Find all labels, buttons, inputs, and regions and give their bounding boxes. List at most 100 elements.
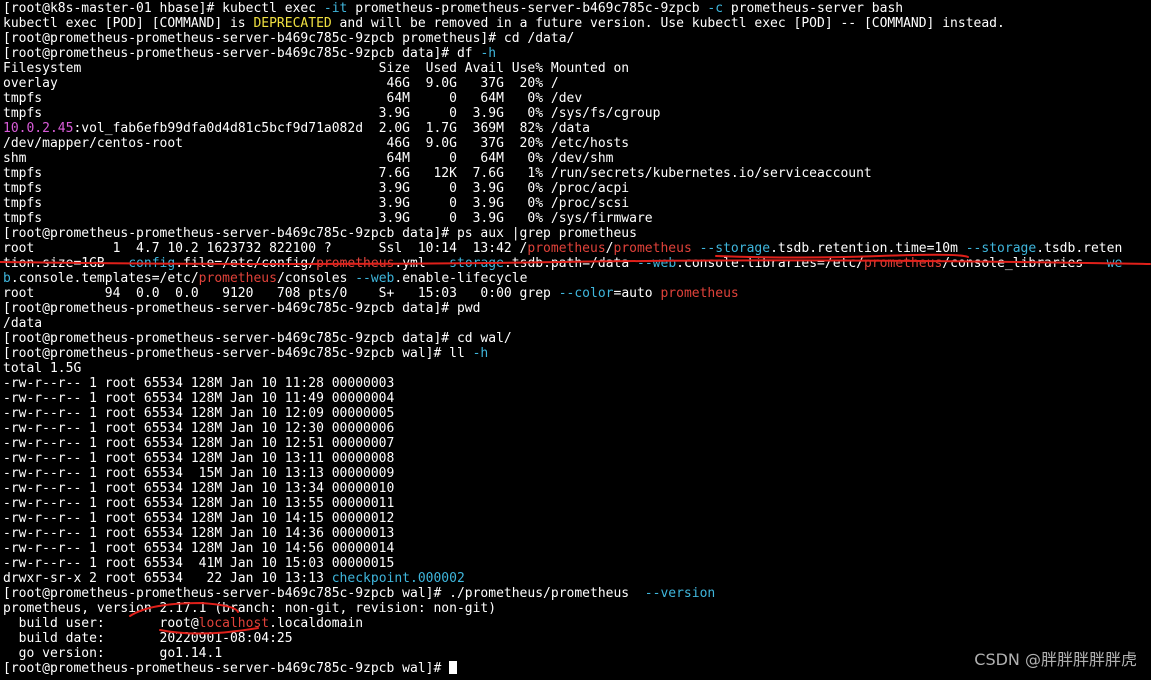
terminal-text-segment: .file=/etc/config/ [175,256,317,271]
terminal-text-segment: -rw-r--r-- 1 root 65534 128M Jan 10 14:5… [3,541,395,556]
terminal-line: build date: 20220901-08:04:25 [3,631,1151,646]
terminal-line: [root@prometheus-prometheus-server-b469c… [3,346,1151,361]
terminal-line: 10.0.2.45:vol_fab6efb99dfa0d4d81c5bcf9d7… [3,121,1151,136]
terminal-line: tmpfs 3.9G 0 3.9G 0% /proc/acpi [3,181,1151,196]
terminal-text-segment: tmpfs 3.9G 0 3.9G 0% /proc/acpi [3,181,630,196]
terminal-text-segment: tmpfs 3.9G 0 3.9G 0% /proc/scsi [3,196,630,211]
terminal-text-segment: .localdomain [269,616,364,631]
terminal-line: [root@prometheus-prometheus-server-b469c… [3,226,1151,241]
terminal-text-segment: /console_libraries [942,256,1092,271]
terminal-text-segment: /dev/mapper/centos-root 46G 9.0G 37G 20%… [3,136,630,151]
terminal-line: -rw-r--r-- 1 root 65534 128M Jan 10 12:0… [3,406,1151,421]
terminal-text-segment: shm 64M 0 64M 0% /dev/shm [3,151,614,166]
terminal-text-segment: .tsdb.retention.time=10m [770,241,966,256]
terminal-text-segment: DEPRECATED [253,16,332,31]
terminal-text-segment: -rw-r--r-- 1 root 65534 128M Jan 10 12:5… [3,436,395,451]
terminal-line: -rw-r--r-- 1 root 65534 128M Jan 10 11:2… [3,376,1151,391]
terminal-text-segment: drwxr-sr-x 2 root 65534 22 Jan 10 13:13 [3,571,332,586]
terminal-text-segment: tion.size=1GB [3,256,113,271]
terminal-window[interactable]: [root@k8s-master-01 hbase]# kubectl exec… [0,0,1151,680]
terminal-text-segment: -c [707,1,724,16]
terminal-text-segment: prometheus-server bash [723,1,904,16]
terminal-text-segment: -h [480,46,497,61]
terminal-text-segment: root 1 4.7 10.2 1623732 822100 ? Ssl 10:… [3,241,528,256]
terminal-line: -rw-r--r-- 1 root 65534 41M Jan 10 15:03… [3,556,1151,571]
terminal-text-segment: .console.templates=/etc/ [10,271,199,286]
terminal-text-segment: root 94 0.0 0.0 9120 708 pts/0 S+ 15:03 … [3,286,559,301]
terminal-text-segment: [root@prometheus-prometheus-server-b469c… [3,301,481,316]
terminal-text-segment: prometheus [864,256,943,271]
terminal-text-segment: prometheus, version 2.17.1 (branch: non-… [3,601,497,616]
terminal-text-segment: prometheus [660,286,739,301]
terminal-text-segment: -rw-r--r-- 1 root 65534 128M Jan 10 13:3… [3,481,395,496]
terminal-text-segment: .console.libraries=/etc/ [676,256,865,271]
terminal-text-segment: -rw-r--r-- 1 root 65534 128M Jan 10 13:5… [3,496,395,511]
terminal-text-segment: --web [355,271,395,286]
terminal-line: root 1 4.7 10.2 1623732 822100 ? Ssl 10:… [3,241,1151,256]
terminal-text-segment: -h [472,346,489,361]
terminal-text-segment: [root@prometheus-prometheus-server-b469c… [3,331,512,346]
terminal-line: root 94 0.0 0.0 9120 708 pts/0 S+ 15:03 … [3,286,1151,301]
terminal-text-segment: [root@prometheus-prometheus-server-b469c… [3,346,473,361]
terminal-line: [root@k8s-master-01 hbase]# kubectl exec… [3,1,1151,16]
terminal-text-segment: localhost [198,616,270,631]
terminal-line: -rw-r--r-- 1 root 65534 15M Jan 10 13:13… [3,466,1151,481]
terminal-text-segment: --storage [433,256,504,271]
terminal-line: prometheus, version 2.17.1 (branch: non-… [3,601,1151,616]
terminal-text-segment: .tsdb.reten [1036,241,1123,256]
terminal-line: build user: root@localhost.localdomain [3,616,1151,631]
terminal-text-segment: --color [558,286,614,301]
terminal-text-segment: total 1.5G [3,361,82,376]
terminal-line: drwxr-sr-x 2 root 65534 22 Jan 10 13:13 … [3,571,1151,586]
terminal-line: total 1.5G [3,361,1151,376]
terminal-text-segment: build date: 20220901-08:04:25 [3,631,293,646]
terminal-text-segment: build user: root@ [3,616,199,631]
terminal-line: [root@prometheus-prometheus-server-b469c… [3,586,1151,601]
terminal-line: tmpfs 3.9G 0 3.9G 0% /sys/firmware [3,211,1151,226]
terminal-text-segment: /consoles [276,271,356,286]
terminal-text-segment: --storage [699,241,771,256]
terminal-text-segment: [root@prometheus-prometheus-server-b469c… [3,46,481,61]
terminal-line: -rw-r--r-- 1 root 65534 128M Jan 10 11:4… [3,391,1151,406]
terminal-text-segment: -rw-r--r-- 1 root 65534 128M Jan 10 11:2… [3,376,395,391]
terminal-text-segment: :vol_fab6efb99dfa0d4d81c5bcf9d71a082d 2.… [73,121,591,136]
terminal-text-segment: -rw-r--r-- 1 root 65534 41M Jan 10 15:03… [3,556,395,571]
terminal-line: tmpfs 3.9G 0 3.9G 0% /sys/fs/cgroup [3,106,1151,121]
terminal-line: -rw-r--r-- 1 root 65534 128M Jan 10 14:3… [3,526,1151,541]
terminal-line: shm 64M 0 64M 0% /dev/shm [3,151,1151,166]
terminal-text-segment: overlay 46G 9.0G 37G 20% / [3,76,559,91]
terminal-line: -rw-r--r-- 1 root 65534 128M Jan 10 13:3… [3,481,1151,496]
terminal-line: b.console.templates=/etc/prometheus/cons… [3,271,1151,286]
terminal-text-segment: -rw-r--r-- 1 root 65534 15M Jan 10 13:13… [3,466,395,481]
terminal-cursor [449,661,458,674]
terminal-text-segment: [root@prometheus-prometheus-server-b469c… [3,226,637,241]
terminal-text-segment: --config [112,256,176,271]
terminal-line: [root@prometheus-prometheus-server-b469c… [3,46,1151,61]
terminal-text-segment: checkpoint.000002 [331,571,465,586]
terminal-text-segment: /data [3,316,43,331]
terminal-text-segment: .enable-lifecycle [394,271,528,286]
terminal-text-segment: --storage [965,241,1037,256]
terminal-text-segment: tmpfs 7.6G 12K 7.6G 1% /run/secrets/kube… [3,166,872,181]
terminal-text-segment: prometheus [316,256,395,271]
terminal-line: [root@prometheus-prometheus-server-b469c… [3,331,1151,346]
terminal-text-segment: prometheus [527,241,606,256]
terminal-text-segment: -it [323,1,348,16]
terminal-text-segment: tmpfs 64M 0 64M 0% /dev [3,91,583,106]
terminal-text-segment: .yml [394,256,434,271]
terminal-text-segment: .tsdb.path=/data [503,256,638,271]
terminal-text-segment: -rw-r--r-- 1 root 65534 128M Jan 10 11:4… [3,391,395,406]
terminal-text-segment: -rw-r--r-- 1 root 65534 128M Jan 10 14:1… [3,511,395,526]
terminal-text-segment: -rw-r--r-- 1 root 65534 128M Jan 10 13:1… [3,451,395,466]
terminal-line: tmpfs 64M 0 64M 0% /dev [3,91,1151,106]
terminal-text-segment: go version: go1.14.1 [3,646,223,661]
terminal-text-segment: / [605,241,614,256]
terminal-line: /data [3,316,1151,331]
terminal-text-segment: 10.0.2.45 [3,121,74,136]
terminal-text-segment: --version [644,586,716,601]
terminal-line: -rw-r--r-- 1 root 65534 128M Jan 10 13:1… [3,451,1151,466]
terminal-line: /dev/mapper/centos-root 46G 9.0G 37G 20%… [3,136,1151,151]
terminal-text-segment: and will be removed in a future version.… [331,16,1005,31]
terminal-line: -rw-r--r-- 1 root 65534 128M Jan 10 14:1… [3,511,1151,526]
